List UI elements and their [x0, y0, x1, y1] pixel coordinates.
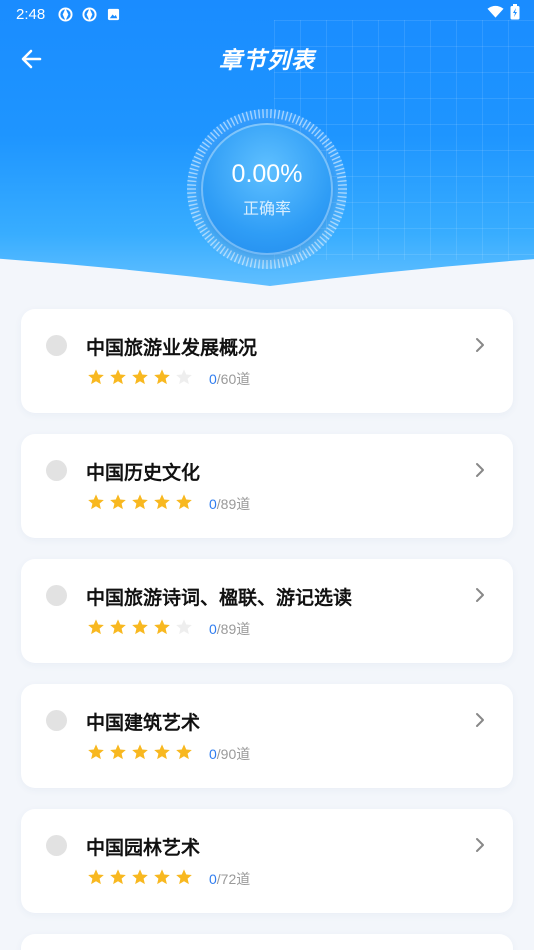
- chapter-card[interactable]: 中国旅游诗词、楹联、游记选读 0/89道: [21, 559, 513, 663]
- star-filled-icon: [87, 493, 105, 515]
- back-button[interactable]: [14, 42, 48, 76]
- star-filled-icon: [109, 368, 127, 390]
- star-filled-icon: [87, 368, 105, 390]
- star-filled-icon: [175, 868, 193, 890]
- star-empty-icon: [175, 618, 193, 640]
- chevron-right-icon: [473, 335, 487, 355]
- status-dot: [46, 835, 67, 856]
- aperture-icon: [81, 6, 97, 22]
- star-filled-icon: [153, 368, 171, 390]
- star-filled-icon: [109, 743, 127, 765]
- total-count: /72道: [216, 871, 251, 887]
- status-dot: [46, 335, 67, 356]
- total-count: /90道: [216, 746, 251, 762]
- done-count: 0: [209, 871, 217, 887]
- done-count: 0: [209, 496, 217, 512]
- chevron-right-icon: [473, 710, 487, 730]
- battery-icon: [510, 4, 520, 24]
- question-count: 0/90道: [209, 744, 250, 764]
- star-filled-icon: [153, 493, 171, 515]
- star-filled-icon: [109, 618, 127, 640]
- star-filled-icon: [87, 743, 105, 765]
- total-count: /60道: [216, 371, 251, 387]
- star-filled-icon: [87, 868, 105, 890]
- star-filled-icon: [109, 868, 127, 890]
- chapter-title: 中国建筑艺术: [86, 712, 201, 734]
- accuracy-value: 0.00%: [231, 159, 303, 188]
- star-filled-icon: [175, 743, 193, 765]
- difficulty-stars: [87, 493, 193, 515]
- difficulty-stars: [87, 868, 193, 890]
- chevron-right-icon: [473, 460, 487, 480]
- image-notification-icon: [105, 6, 121, 22]
- page-title: 章节列表: [219, 48, 315, 74]
- star-filled-icon: [109, 493, 127, 515]
- status-bar: 2:48: [0, 0, 534, 28]
- star-filled-icon: [153, 618, 171, 640]
- question-count: 0/89道: [209, 494, 250, 514]
- star-filled-icon: [153, 868, 171, 890]
- chapter-card[interactable]: 中国旅游业发展概况 0/60道: [21, 309, 513, 413]
- star-filled-icon: [153, 743, 171, 765]
- question-count: 0/89道: [209, 619, 250, 639]
- chapter-title: 中国旅游诗词、楹联、游记选读: [86, 587, 353, 609]
- status-dot: [46, 710, 67, 731]
- done-count: 0: [209, 746, 217, 762]
- chapter-card[interactable]: 中国园林艺术 0/72道: [21, 809, 513, 913]
- aperture-icon: [57, 6, 73, 22]
- star-filled-icon: [131, 493, 149, 515]
- chevron-right-icon: [473, 835, 487, 855]
- star-empty-icon: [175, 368, 193, 390]
- chapter-title: 中国旅游业发展概况: [86, 337, 258, 359]
- done-count: 0: [209, 371, 217, 387]
- chapter-card[interactable]: 中国历史文化 0/89道: [21, 434, 513, 538]
- star-filled-icon: [131, 743, 149, 765]
- gauge-center: 0.00% 正确率: [201, 123, 333, 255]
- chapter-card[interactable]: 中国建筑艺术 0/90道: [21, 684, 513, 788]
- star-filled-icon: [131, 868, 149, 890]
- chapter-title: 中国历史文化: [86, 462, 201, 484]
- total-count: /89道: [216, 496, 251, 512]
- star-filled-icon: [131, 368, 149, 390]
- arrow-left-icon: [21, 49, 42, 69]
- status-dot: [46, 585, 67, 606]
- status-dot: [46, 460, 67, 481]
- star-filled-icon: [175, 493, 193, 515]
- star-filled-icon: [131, 618, 149, 640]
- star-filled-icon: [87, 618, 105, 640]
- accuracy-label: 正确率: [242, 198, 291, 218]
- question-count: 0/60道: [209, 369, 250, 389]
- difficulty-stars: [87, 743, 193, 765]
- difficulty-stars: [87, 368, 193, 390]
- question-count: 0/72道: [209, 869, 250, 889]
- accuracy-gauge: 0.00% 正确率: [184, 106, 350, 272]
- chapter-card[interactable]: [21, 934, 513, 950]
- chevron-right-icon: [473, 585, 487, 605]
- total-count: /89道: [216, 621, 251, 637]
- chapter-title: 中国园林艺术: [86, 837, 201, 859]
- app-header: 章节列表: [0, 30, 534, 86]
- difficulty-stars: [87, 618, 193, 640]
- done-count: 0: [209, 621, 217, 637]
- status-time: 2:48: [16, 5, 46, 23]
- wifi-icon: [487, 5, 504, 23]
